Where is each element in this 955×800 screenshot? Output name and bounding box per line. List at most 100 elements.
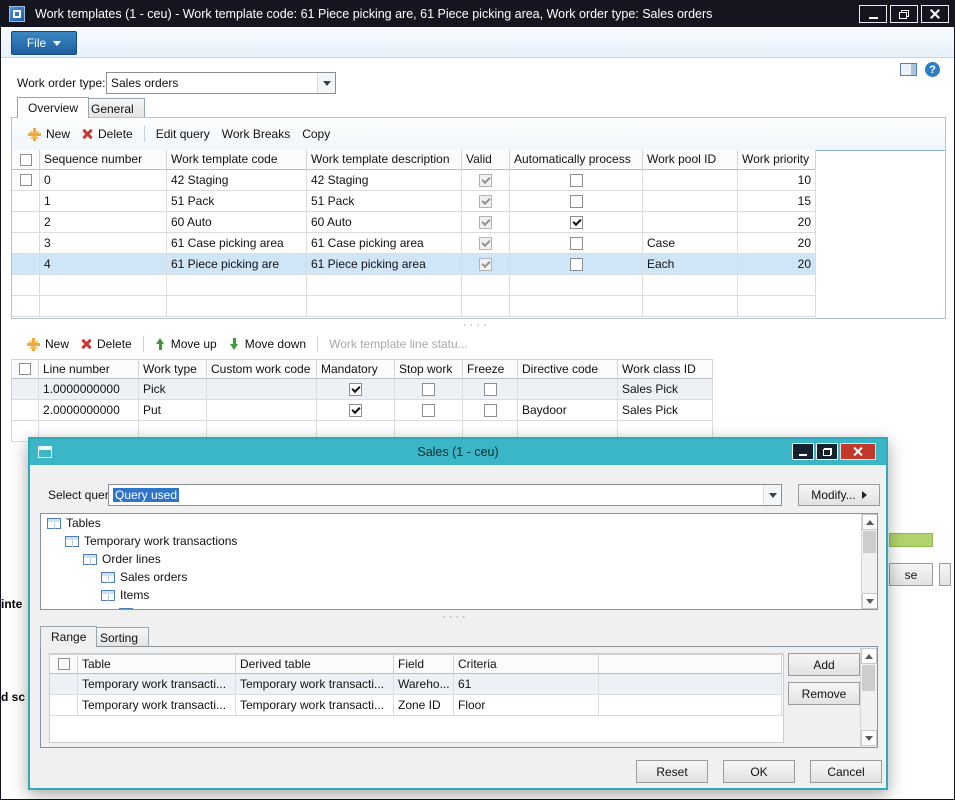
table-row[interactable]: 1.0000000000 Pick Sales Pick: [11, 379, 714, 400]
modify-button[interactable]: Modify...: [798, 484, 880, 506]
col-work-template-description[interactable]: Work template description: [307, 150, 462, 170]
cancel-button[interactable]: Cancel: [810, 760, 882, 783]
col-field[interactable]: Field: [394, 654, 454, 674]
col-work-class-id[interactable]: Work class ID: [618, 359, 713, 379]
main-titlebar: Work templates (1 - ceu) - Work template…: [1, 1, 954, 27]
col-directive-code[interactable]: Directive code: [518, 359, 618, 379]
new-line-button[interactable]: New: [21, 335, 75, 353]
ok-button[interactable]: OK: [723, 760, 795, 783]
edit-query-button[interactable]: Edit query: [150, 125, 216, 143]
table-row[interactable]: Temporary work transacti... Temporary wo…: [50, 674, 783, 695]
table-row[interactable]: 2.0000000000 Put Baydoor Sales Pick: [11, 400, 714, 421]
scroll-up-button[interactable]: [861, 648, 877, 664]
work-breaks-button[interactable]: Work Breaks: [216, 125, 296, 143]
table-row[interactable]: Temporary work transacti... Temporary wo…: [50, 695, 783, 716]
tab-overview[interactable]: Overview: [17, 97, 89, 118]
file-menu-button[interactable]: File: [11, 31, 77, 55]
field-cell: Wareho...: [394, 674, 454, 695]
stop-work-checkbox[interactable]: [422, 404, 435, 417]
scroll-up-button[interactable]: [862, 514, 878, 530]
dialog-restore-button[interactable]: [816, 443, 838, 460]
tree-item-items[interactable]: Items: [41, 586, 877, 604]
select-query-value: Query used: [109, 485, 763, 505]
move-up-button[interactable]: Move up: [149, 335, 223, 353]
col-work-pool-id[interactable]: Work pool ID: [643, 150, 738, 170]
mandatory-checkbox[interactable]: [349, 404, 362, 417]
delete-line-button[interactable]: Delete: [75, 335, 138, 353]
tree-item-tables[interactable]: Tables: [41, 514, 877, 532]
criteria-cell[interactable]: 61: [454, 674, 599, 695]
auto-process-checkbox[interactable]: [570, 174, 583, 187]
partial-close-button-fragment[interactable]: se: [889, 563, 933, 586]
select-all-checkbox[interactable]: [20, 154, 32, 166]
col-table[interactable]: Table: [78, 654, 236, 674]
select-all-checkbox[interactable]: [19, 363, 31, 375]
scroll-down-button[interactable]: [861, 730, 877, 746]
col-stop-work[interactable]: Stop work: [395, 359, 463, 379]
freeze-checkbox[interactable]: [484, 383, 497, 396]
row-select-checkbox[interactable]: [20, 174, 32, 186]
tab-sorting[interactable]: Sorting: [89, 627, 149, 647]
col-work-type[interactable]: Work type: [139, 359, 207, 379]
partial-button-fragment[interactable]: [939, 563, 951, 586]
reset-button[interactable]: Reset: [636, 760, 708, 783]
remove-button[interactable]: Remove: [788, 682, 860, 705]
table-row[interactable]: 0 42 Staging 42 Staging 10: [12, 170, 816, 191]
scrollbar-thumb[interactable]: [862, 665, 875, 691]
stop-work-checkbox[interactable]: [422, 383, 435, 396]
col-sequence-number[interactable]: Sequence number: [40, 150, 167, 170]
scroll-down-button[interactable]: [862, 593, 878, 609]
table-row-selected[interactable]: 4 61 Piece picking are 61 Piece picking …: [12, 254, 816, 275]
new-button[interactable]: New: [22, 125, 76, 143]
col-criteria[interactable]: Criteria: [454, 654, 599, 674]
table-row[interactable]: 3 61 Case picking area 61 Case picking a…: [12, 233, 816, 254]
dialog-minimize-button[interactable]: [792, 443, 814, 460]
select-query-combobox[interactable]: Query used: [108, 484, 782, 506]
dialog-close-button[interactable]: [840, 443, 876, 460]
tree-scrollbar[interactable]: [861, 514, 877, 609]
copy-button[interactable]: Copy: [296, 125, 336, 143]
dialog-splitter-handle[interactable]: [442, 612, 469, 622]
delete-button[interactable]: Delete: [76, 125, 139, 143]
mandatory-checkbox[interactable]: [349, 383, 362, 396]
chevron-down-icon: [53, 41, 61, 46]
auto-process-checkbox[interactable]: [570, 258, 583, 271]
combo-dropdown-button[interactable]: [763, 485, 781, 505]
combo-dropdown-button[interactable]: [317, 73, 335, 93]
tree-item-order-lines[interactable]: Order lines: [41, 550, 877, 568]
auto-process-checkbox[interactable]: [570, 195, 583, 208]
col-valid[interactable]: Valid: [462, 150, 510, 170]
criteria-cell[interactable]: Floor: [454, 695, 599, 716]
auto-process-checkbox[interactable]: [570, 237, 583, 250]
tab-range[interactable]: Range: [40, 626, 97, 647]
auto-process-checkbox[interactable]: [570, 216, 583, 229]
help-icon[interactable]: ?: [925, 62, 940, 77]
tree-item-temporary-work-transactions[interactable]: Temporary work transactions: [41, 532, 877, 550]
col-work-priority[interactable]: Work priority: [738, 150, 816, 170]
tree-item-partial[interactable]: [41, 604, 877, 610]
col-custom-work-code[interactable]: Custom work code: [207, 359, 317, 379]
scrollbar-thumb[interactable]: [863, 531, 876, 553]
col-mandatory[interactable]: Mandatory: [317, 359, 395, 379]
add-button[interactable]: Add: [788, 653, 860, 676]
splitter-handle[interactable]: [463, 320, 490, 330]
work-order-type-combobox[interactable]: Sales orders: [106, 72, 336, 94]
freeze-checkbox[interactable]: [484, 404, 497, 417]
col-freeze[interactable]: Freeze: [463, 359, 518, 379]
range-scrollbar[interactable]: [860, 648, 876, 746]
tree-item-sales-orders[interactable]: Sales orders: [41, 568, 877, 586]
table-row[interactable]: 2 60 Auto 60 Auto 20: [12, 212, 816, 233]
select-all-checkbox[interactable]: [58, 658, 70, 670]
close-button[interactable]: [921, 5, 949, 23]
table-row[interactable]: 1 51 Pack 51 Pack 15: [12, 191, 816, 212]
move-down-button[interactable]: Move down: [223, 335, 312, 353]
col-line-number[interactable]: Line number: [39, 359, 139, 379]
filler-cell: [599, 695, 782, 716]
minimize-button[interactable]: [859, 5, 887, 23]
col-automatically-process[interactable]: Automatically process: [510, 150, 643, 170]
col-derived-table[interactable]: Derived table: [236, 654, 394, 674]
col-work-template-code[interactable]: Work template code: [167, 150, 307, 170]
tab-general[interactable]: General: [80, 98, 145, 118]
window-layout-icon[interactable]: [900, 63, 917, 76]
restore-button[interactable]: [890, 5, 918, 23]
